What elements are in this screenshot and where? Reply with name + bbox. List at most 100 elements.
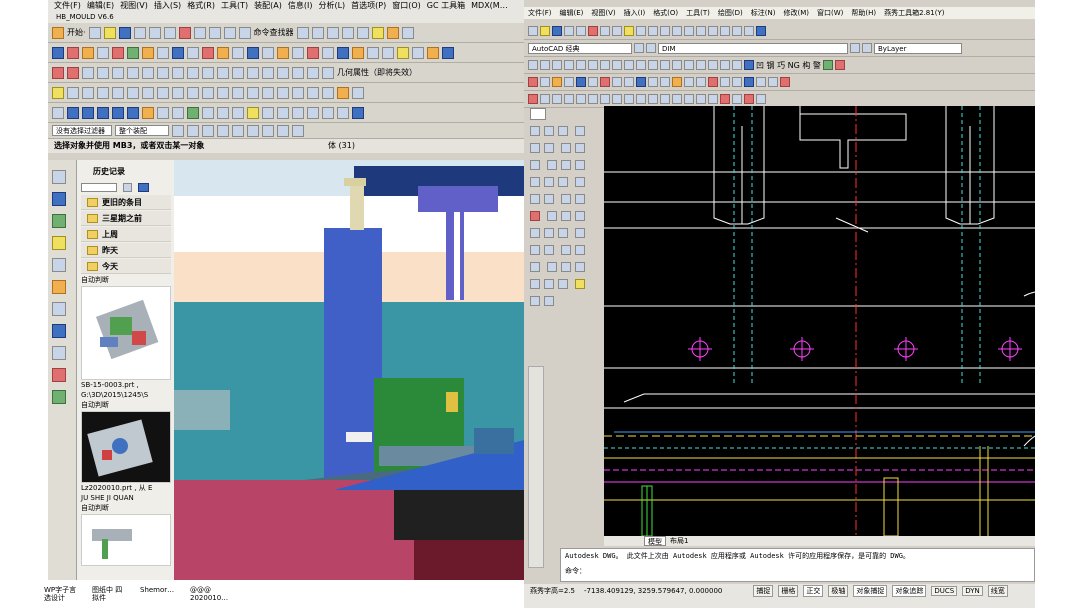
filter-select[interactable]: 没有选择过滤器 [52,125,112,136]
snap-intersection-icon[interactable] [247,124,259,137]
cad-print-icon[interactable] [564,26,574,36]
command-finder-button[interactable]: 命令查找器 [254,27,294,38]
yx-draw-p-icon[interactable] [574,262,585,272]
dim-update-icon[interactable] [720,60,730,70]
yx-text-icon[interactable] [756,77,766,87]
trim-curve-icon[interactable] [82,86,94,99]
yx-draw-f-icon[interactable] [544,228,554,238]
dim-jogged-icon[interactable] [588,60,598,70]
yx-runner-icon[interactable] [660,77,670,87]
yx-draw-o-icon[interactable] [560,262,571,272]
assembly-scope-select[interactable]: 整个装配 [115,125,169,136]
command-finder-icon[interactable] [238,26,251,39]
leader-icon[interactable] [660,60,670,70]
section-icon[interactable] [277,86,289,99]
dim-break-icon[interactable] [720,94,730,104]
snap-midpoint-icon[interactable] [202,124,214,137]
trim-icon[interactable] [636,94,646,104]
bridge-curve-icon[interactable] [202,66,214,79]
gradient-icon[interactable] [574,177,585,187]
yx-guide-icon[interactable] [624,77,634,87]
menu-file[interactable]: 文件(F) [54,0,81,11]
yx-hatch-icon[interactable] [720,77,730,87]
taskbar-item[interactable]: Shemor… [140,586,184,594]
make-block-icon[interactable] [530,177,540,187]
subtract-icon[interactable] [247,46,259,59]
history-thumbnail[interactable] [81,514,171,566]
offset-face-icon[interactable] [307,46,319,59]
save-icon[interactable] [118,26,131,39]
draft-icon[interactable] [367,46,379,59]
yx-draw-r-icon[interactable] [544,279,554,289]
edit-curve-icon[interactable] [67,86,79,99]
cad-cut-icon[interactable] [588,26,598,36]
dim-diameter-icon[interactable] [600,60,610,70]
draw-rect-icon[interactable] [530,143,540,153]
array-icon[interactable] [576,94,586,104]
history-view-select[interactable] [81,182,117,192]
dim-edit-icon[interactable] [696,60,706,70]
system-material-icon[interactable] [52,302,66,316]
history-group-yesterday[interactable]: 昨天 [81,243,171,258]
taskbar-item[interactable]: @@@ 2020010… [190,586,234,602]
mirror-object-icon[interactable] [552,94,562,104]
snap-quadrant-icon[interactable] [232,124,244,137]
mirror-icon[interactable] [397,46,409,59]
restore-icon[interactable] [307,106,319,119]
cad-preview-icon[interactable] [576,26,586,36]
draw-ellipse-arc-icon[interactable] [560,160,571,170]
snap-center-icon[interactable] [217,124,229,137]
menu-edit[interactable]: 编辑(E) [87,0,114,11]
measure-body-icon[interactable] [307,66,319,79]
snap-tangent-icon[interactable] [292,124,304,137]
yx-table-icon[interactable] [780,77,790,87]
draw-line-icon[interactable] [530,126,540,136]
fit-icon[interactable] [326,26,339,39]
circle-icon[interactable] [217,86,229,99]
add-selected-icon[interactable] [574,194,585,204]
history-thumbnail[interactable] [81,286,171,380]
layer-previous-icon[interactable] [862,43,872,53]
yx-draw-i-icon[interactable] [530,245,540,255]
cut-icon[interactable] [133,26,146,39]
extend-curve-icon[interactable] [97,86,109,99]
toolbar-grip[interactable] [530,108,546,120]
drawing-area[interactable] [604,106,1035,536]
dim-baseline-icon[interactable] [636,60,646,70]
yx-lifter-icon[interactable] [600,77,610,87]
history-group-last-week[interactable]: 上周 [81,227,171,242]
yx-quick-icon[interactable] [744,94,754,104]
zoom-in-icon[interactable] [322,106,334,119]
cad-menu-format[interactable]: 格式(O) [653,8,678,18]
yx-layer-icon[interactable] [744,77,754,87]
taskbar-item[interactable]: 图纸中 四拟件 [92,586,136,602]
zoom-icon[interactable] [341,26,354,39]
snap-endpoint-icon[interactable] [187,124,199,137]
cad-menu-window[interactable]: 窗口(W) [817,8,843,18]
block-icon[interactable] [172,46,184,59]
select-icon[interactable] [296,26,309,39]
yx-slider-icon[interactable] [588,77,598,87]
yx-draw-e-icon[interactable] [530,228,540,238]
measure-angle-icon[interactable] [292,66,304,79]
stretch-icon[interactable] [624,94,634,104]
toolbox-icon[interactable] [386,26,399,39]
history-group-older[interactable]: 更旧的条目 [81,195,171,210]
spline-icon[interactable] [142,66,154,79]
paste-icon[interactable] [163,26,176,39]
table-icon[interactable] [544,194,554,204]
menu-mdx[interactable]: MDX(M… [471,1,508,10]
osnap-toggle[interactable]: 对象捕捉 [853,584,888,597]
copy-object-icon[interactable] [540,94,550,104]
align-text-icon[interactable] [732,94,742,104]
cad-zoom-realtime-icon[interactable] [672,26,682,36]
cad-menu-insert[interactable]: 插入(I) [624,8,646,18]
tab-layout1[interactable]: 布局1 [670,536,688,546]
yx-draw-n-icon[interactable] [546,262,557,272]
cad-menu-edit[interactable]: 编辑(E) [560,8,584,18]
draw-point-icon[interactable] [544,177,554,187]
yx-spring-icon[interactable] [648,77,658,87]
center-mark-icon[interactable] [684,60,694,70]
divide-curve-icon[interactable] [112,86,124,99]
layer-manager-icon[interactable] [646,43,656,53]
